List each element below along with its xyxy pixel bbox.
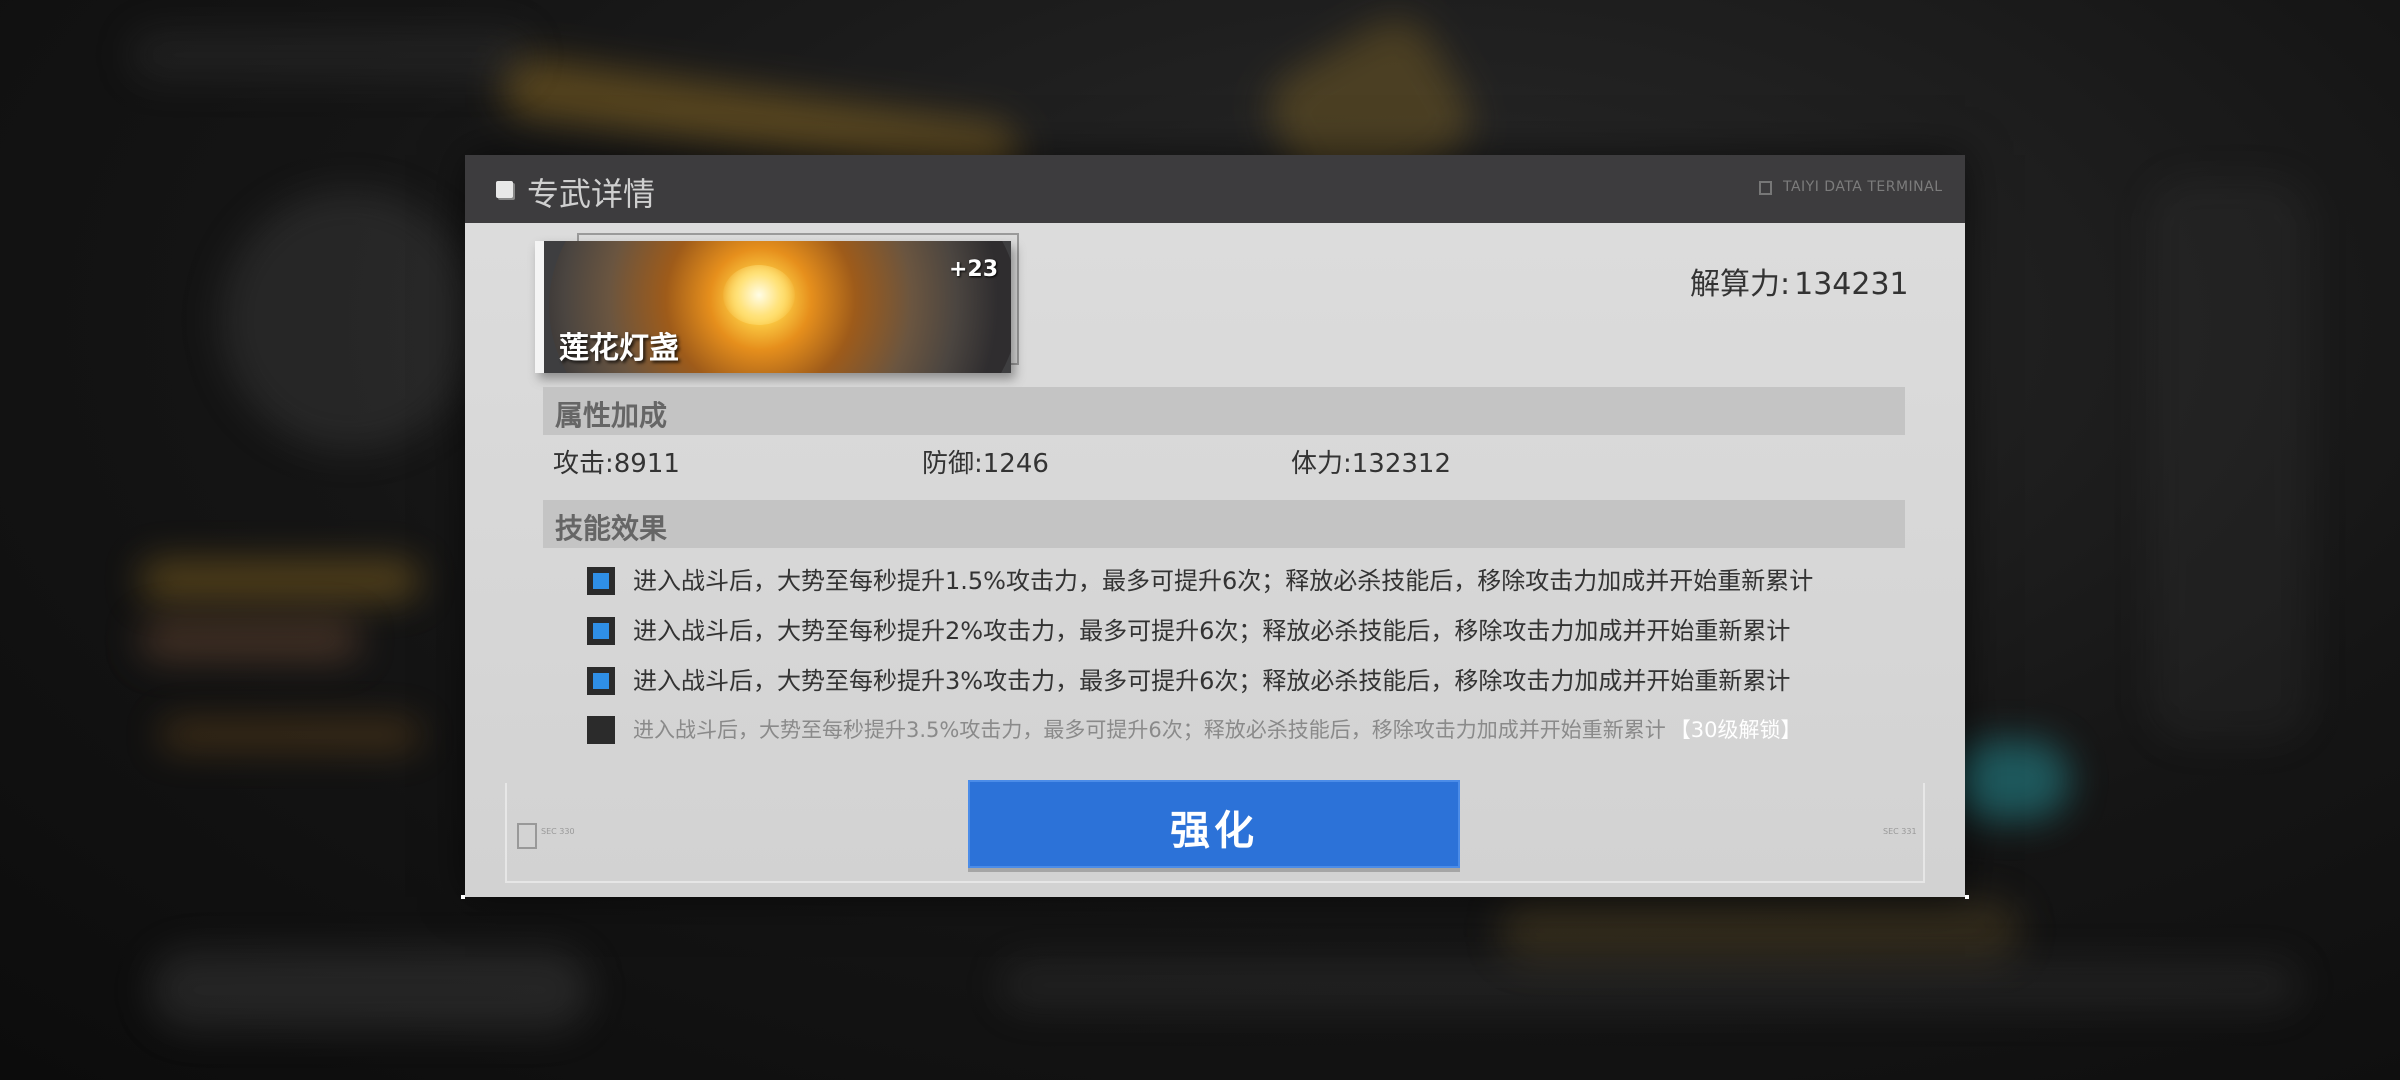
enhance-button-label: 强化 [1170, 808, 1258, 854]
dialog-body: +23 莲花灯盏 解算力: 134231 属性加成 攻击:8911 防御:1246… [465, 223, 1965, 897]
footer-code-left: SEC 330 [541, 827, 575, 836]
terminal-label: TAIYI DATA TERMINAL [1783, 179, 1943, 195]
lamp-flame-glow [723, 265, 795, 325]
skill-unlocked-checkbox [587, 667, 615, 695]
skills-section-header: 技能效果 [543, 500, 1905, 548]
skill-locked-checkbox [587, 716, 615, 744]
power-display: 解算力: 134231 [1690, 259, 1909, 303]
terminal-icon [1759, 181, 1772, 195]
footer-code-right: SEC 331 [1883, 827, 1917, 836]
stat-attack-label: 攻击: [553, 449, 614, 479]
dialog-title: 专武详情 [527, 175, 656, 213]
stat-attack: 攻击:8911 [553, 443, 680, 480]
power-value: 134231 [1794, 267, 1909, 302]
skill-text: 进入战斗后，大势至每秒提升1.5%攻击力，最多可提升6次；释放必杀技能后，移除攻… [633, 567, 1814, 595]
weapon-name: 莲花灯盏 [559, 331, 679, 366]
attributes-section-header: 属性加成 [543, 387, 1905, 435]
skill-locked-text: 进入战斗后，大势至每秒提升3.5%攻击力，最多可提升6次；释放必杀技能后，移除攻… [633, 718, 1666, 742]
skill-unlocked-checkbox [587, 567, 615, 595]
skill-text: 进入战斗后，大势至每秒提升3%攻击力，最多可提升6次；释放必杀技能后，移除攻击力… [633, 667, 1791, 695]
stat-defense: 防御:1246 [922, 443, 1049, 480]
header-square-icon [496, 181, 513, 198]
weapon-card[interactable]: +23 莲花灯盏 [535, 241, 1011, 373]
skill-text: 进入战斗后，大势至每秒提升2%攻击力，最多可提升6次；释放必杀技能后，移除攻击力… [633, 617, 1791, 645]
attributes-header-label: 属性加成 [555, 399, 668, 432]
stat-stamina-value: 132312 [1351, 449, 1452, 479]
skills-header-label: 技能效果 [555, 512, 668, 545]
stat-stamina-label: 体力: [1291, 449, 1352, 479]
weapon-detail-dialog: 专武详情 TAIYI DATA TERMINAL +23 莲花灯盏 解算力: 13… [461, 155, 1969, 899]
stat-stamina: 体力:132312 [1291, 443, 1451, 480]
skill-text: 进入战斗后，大势至每秒提升3.5%攻击力，最多可提升6次；释放必杀技能后，移除攻… [633, 712, 1801, 748]
power-label: 解算力: [1690, 267, 1791, 302]
corner-marker [1965, 895, 1969, 899]
stat-defense-value: 1246 [982, 449, 1049, 479]
skill-unlocked-checkbox [587, 617, 615, 645]
weapon-level-bonus: +23 [949, 257, 999, 282]
document-icon [517, 823, 537, 849]
corner-marker [461, 895, 465, 899]
stat-defense-label: 防御: [922, 449, 983, 479]
enhance-button[interactable]: 强化 [968, 780, 1460, 868]
stat-attack-value: 8911 [613, 449, 680, 479]
dialog-header: 专武详情 TAIYI DATA TERMINAL [465, 155, 1965, 223]
unlock-level-note: 【30级解锁】 [1669, 718, 1802, 742]
card-accent-bar [535, 241, 544, 373]
